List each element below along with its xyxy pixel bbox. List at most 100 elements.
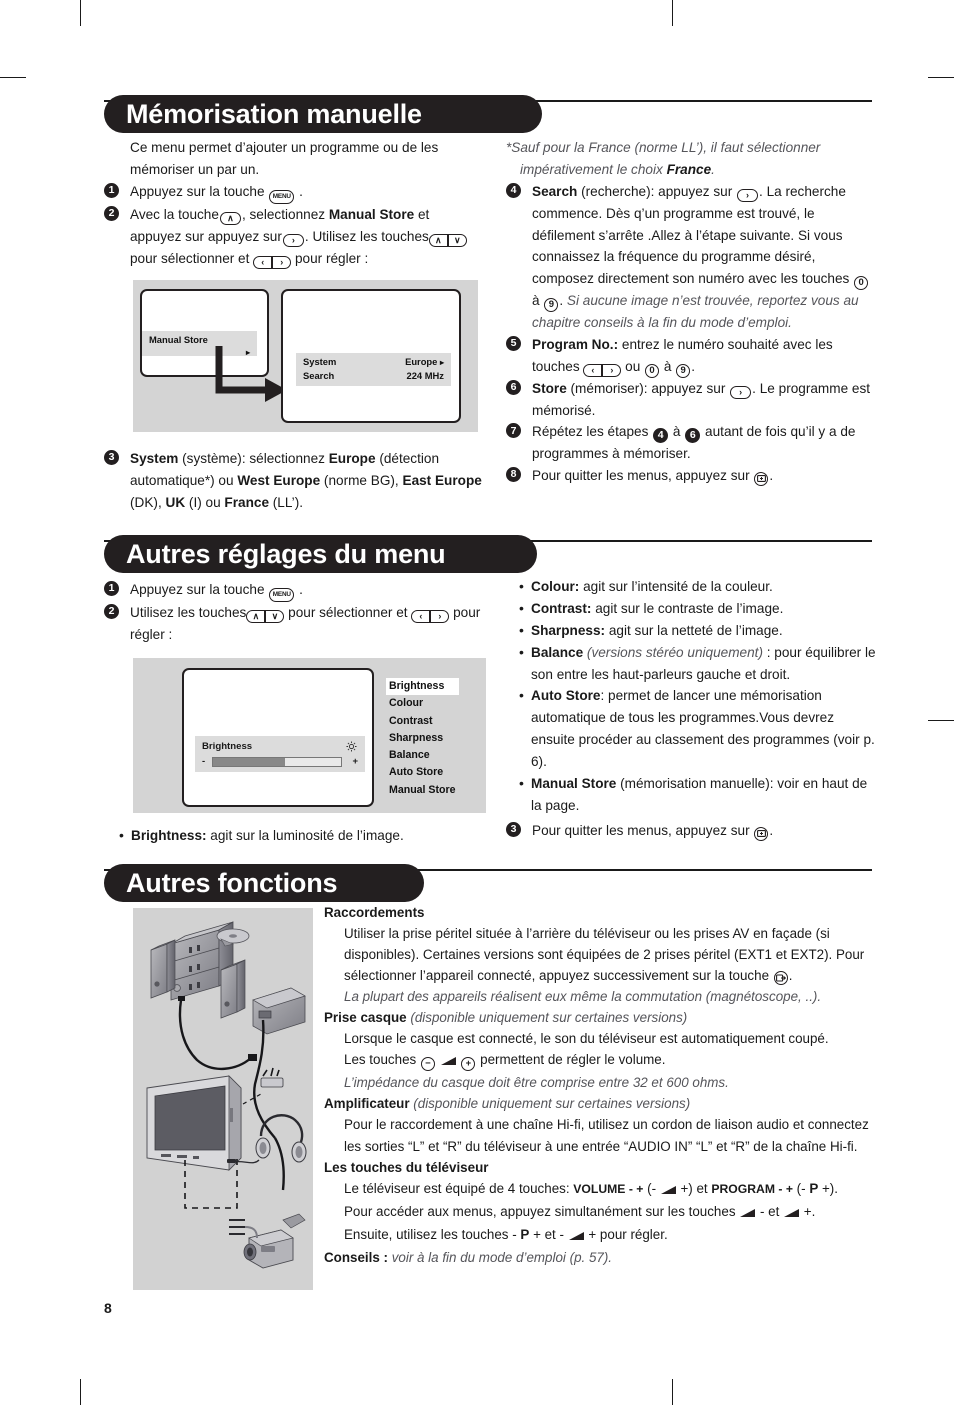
step-number: 4 — [506, 182, 521, 198]
menu-item-contrast[interactable]: Contrast — [386, 713, 459, 730]
raccordements-body: Utiliser la prise péritel située à l’arr… — [324, 923, 882, 986]
step-text-b: , selectionnez — [241, 206, 326, 222]
step3-p5: (I) ou — [185, 494, 225, 510]
osd-label: System — [303, 356, 337, 367]
prise-casque-note: L’impédance du casque doit être comprise… — [344, 1075, 729, 1091]
slider-track[interactable] — [212, 757, 342, 767]
menu-item-balance[interactable]: Balance — [386, 747, 459, 764]
crop-mark-top-right — [672, 0, 673, 26]
crop-mark-right-top — [928, 77, 954, 78]
volume-minus-key-icon: − — [420, 1057, 435, 1072]
step-2: 2 Utilisez les touches ∧ ∨ pour sélectionn… — [104, 602, 484, 646]
step-number: 3 — [104, 450, 119, 465]
system-label: System — [130, 451, 179, 466]
conseils-line: Conseils : voir à la fin du mode d’emplo… — [324, 1247, 882, 1268]
line-text-e: +). — [818, 1180, 838, 1196]
menu-item-brightness[interactable]: Brightness — [386, 678, 459, 696]
step7-mid: à — [669, 424, 685, 440]
section2-right-last-step: 3 Pour quitter les menus, appuyez sur . — [506, 820, 880, 842]
volume-wedge-icon — [783, 1203, 800, 1224]
osd-row: Manual Store — [142, 331, 257, 347]
p-label: P — [809, 1180, 819, 1196]
up-key-icon: ∧ — [246, 610, 266, 624]
line-text-c: +. — [800, 1203, 816, 1219]
step3-after: . — [769, 823, 774, 838]
menu-item-manual-store[interactable]: Manual Store — [386, 782, 459, 799]
menu-item-sharpness[interactable]: Sharpness — [386, 730, 459, 747]
step-number: 3 — [506, 822, 521, 837]
step-number: 6 — [506, 379, 521, 395]
osd-item-label: Manual Store — [149, 334, 208, 345]
crop-mark-left-top — [0, 77, 26, 78]
connection-diagram-svg — [146, 921, 307, 1269]
bullet-label: Contrast: — [531, 600, 592, 616]
digit-9-key-icon: 9 — [676, 363, 691, 378]
right-key-icon: › — [602, 363, 622, 377]
step-1: 1 Appuyez sur la touche MENU . — [104, 181, 474, 204]
page-number: 8 — [104, 1300, 112, 1316]
vcr-icon — [252, 987, 306, 1035]
touches-line-2: Pour accéder aux menus, appuyez simultan… — [324, 1201, 882, 1224]
section2-left-bullet: Brightness: agit sur la luminosité de l’… — [118, 824, 488, 847]
crop-mark-bottom-left — [80, 1379, 81, 1405]
up-key-icon: ∧ — [219, 211, 241, 225]
av-source-key-icon — [773, 971, 788, 986]
left-key-icon: ‹ — [583, 363, 603, 377]
slider-plus-label: + — [352, 756, 358, 767]
section-title-text: Autres fonctions — [126, 867, 338, 898]
step-2: 2 Avec la touche ∧, selectionnez Manual S… — [104, 204, 474, 270]
step-text-e: pour sélectionner et — [130, 250, 250, 266]
step-8: 8 Pour quitter les menus, appuyez sur . — [506, 465, 880, 487]
camcorder-icon — [229, 1213, 306, 1269]
bullet-sharpness: Sharpness: agit sur la netteté de l’imag… — [518, 619, 880, 642]
manual-store-figure: Manual Store ▸ System Europe ▸ Search 22… — [133, 280, 478, 432]
section-header-autres-reglages: Autres réglages du menu — [104, 535, 537, 573]
manual-page: Mémorisation manuelle Ce menu permet d’a… — [0, 0, 954, 1405]
line-text-b: - et — [756, 1203, 784, 1219]
bullet-note: (versions stéréo uniquement) — [583, 644, 763, 660]
line-text-b: (- — [643, 1180, 660, 1196]
right-key-icon: › — [737, 188, 759, 202]
line-text-d: (- — [792, 1180, 810, 1196]
step-text-end: . — [299, 183, 303, 199]
menu-item-auto-store[interactable]: Auto Store — [386, 764, 459, 781]
bullet-text: agit sur la netteté de l’image. — [605, 622, 783, 638]
digit-9-key-icon: 9 — [544, 297, 559, 312]
p-label: P — [520, 1226, 530, 1242]
bullet-label: Balance — [531, 644, 584, 660]
step4-body-tail: à — [532, 293, 544, 309]
west-europe-option: West Europe — [237, 472, 321, 488]
right-key-icon: › — [430, 610, 450, 624]
left-key-icon: ‹ — [411, 610, 431, 624]
line-text-b: + et - — [529, 1226, 568, 1242]
step-number: 7 — [506, 423, 521, 439]
step-text-f: pour régler : — [294, 250, 369, 266]
bullet-contrast: Contrast: agit sur le contraste de l’ima… — [518, 597, 880, 620]
slider-title: Brightness — [202, 741, 253, 752]
updown-key-pair: ∧ ∨ — [428, 233, 467, 247]
step-text-end: . — [299, 582, 303, 597]
bullet-auto-store: Auto Store: permet de lancer une mémoris… — [518, 684, 880, 773]
osd-system-search: System Europe ▸ Search 224 MHz — [296, 353, 451, 386]
section2-right-bullets: Colour: agit sur l’intensité de la coule… — [518, 575, 880, 817]
digit-0-key-icon: 0 — [854, 276, 869, 290]
leftright-key-pair: ‹ › — [253, 255, 292, 269]
step-3: 3 System (système): sélectionnez Europe … — [104, 448, 484, 514]
exit-key-icon — [754, 826, 769, 841]
step5-end: . — [691, 358, 695, 374]
bullet-label: Brightness: — [131, 828, 207, 843]
step4-lead: (recherche): appuyez sur — [577, 183, 737, 199]
step-number: 8 — [506, 467, 521, 483]
bullet-label: Sharpness: — [531, 622, 606, 638]
step-text: Avec la touche — [130, 206, 219, 222]
down-key-icon: ∨ — [447, 233, 467, 247]
right-key-icon: › — [272, 255, 292, 269]
menu-key-icon: MENU — [269, 189, 295, 204]
menu-item-colour[interactable]: Colour — [386, 695, 459, 712]
amplificateur-heading: Amplificateur (disponible uniquement sur… — [324, 1093, 882, 1114]
step4-after: . — [759, 183, 763, 199]
volume-wedge-icon — [568, 1226, 585, 1247]
step4-note: Si aucune image n’est trouvée, reportez … — [532, 293, 859, 330]
osd-row-system: System Europe ▸ — [296, 355, 451, 369]
scart-plug-icon — [260, 1067, 284, 1088]
